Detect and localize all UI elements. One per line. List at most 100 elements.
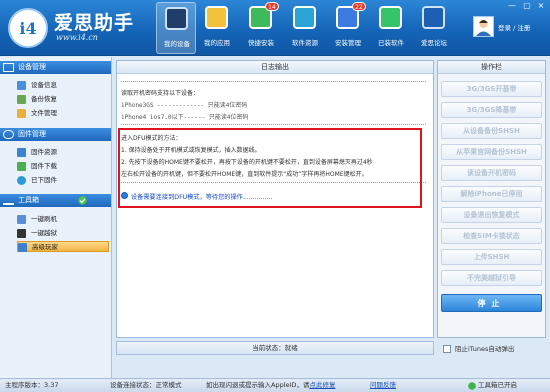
ok-icon xyxy=(468,382,476,390)
nav-installed[interactable]: 已装软件 xyxy=(371,2,411,54)
repair-link[interactable]: 点此修复 xyxy=(309,381,335,389)
log-title: 日志输出 xyxy=(117,61,433,74)
divider xyxy=(121,81,426,82)
sidebar-item-label: 设备信息 xyxy=(31,81,57,89)
ops-title: 操作栏 xyxy=(438,61,545,74)
badge-count: 14 xyxy=(265,2,279,11)
progress-bar: 当前状态：就绪 xyxy=(116,341,434,355)
monitor-icon xyxy=(3,63,14,72)
version-text: 主程序版本：3.37 xyxy=(5,381,59,389)
section-title: 固件管理 xyxy=(18,130,46,138)
log-line: 读取开机密码支持以下设备： xyxy=(121,90,200,97)
update-status-text: 工具箱已开启 xyxy=(478,381,517,389)
logo-text: i4 xyxy=(19,19,37,38)
op-button-unlock-disabled[interactable]: 解除iPhone已停用 xyxy=(441,186,542,202)
repair-tip: 如出现闪退或提示输入AppleID，请点此修复 xyxy=(206,379,335,392)
sidebar-item-firmware-resources[interactable]: 固件资源 xyxy=(17,147,109,158)
nav-quick-install[interactable]: 14 快捷安装 xyxy=(241,2,281,54)
title-bar: i4 爱思助手 www.i4.cn 我的设备 我的应用 14 快捷安装 软件资源… xyxy=(0,0,550,56)
brand-name: 爱思助手 xyxy=(54,12,135,34)
op-button-exit-recovery[interactable]: 设备退出恢复模式 xyxy=(441,207,542,223)
nav-my-device[interactable]: 我的设备 xyxy=(156,2,196,54)
op-button-backup-shsh-device[interactable]: 从设备备份SHSH xyxy=(441,123,542,139)
phone-icon xyxy=(165,7,188,30)
sidebar-item-label: 文件管理 xyxy=(31,109,57,117)
section-title: 设备管理 xyxy=(18,63,46,71)
nav-label: 软件资源 xyxy=(292,39,318,47)
itunes-option[interactable]: 阻止iTunes自动弹出 xyxy=(440,343,548,355)
jailbreak-icon xyxy=(17,229,26,238)
sidebar-item-device-info[interactable]: 设备信息 xyxy=(17,80,109,91)
op-button-upload-shsh[interactable]: 上传SHSH xyxy=(441,249,542,265)
nav-label: 快捷安装 xyxy=(248,39,274,47)
minimize-button[interactable]: — xyxy=(505,1,519,12)
sidebar-item-label: 一键刷机 xyxy=(31,215,57,223)
sidebar-item-downloaded-firmware[interactable]: 已下固件 xyxy=(17,175,109,186)
itunes-checkbox[interactable] xyxy=(443,345,451,353)
update-status: 工具箱已开启 xyxy=(468,379,517,392)
backup-icon xyxy=(17,95,26,104)
nav-install-manage[interactable]: 22 安装管理 xyxy=(328,2,368,54)
advanced-icon xyxy=(18,243,27,252)
tools-icon xyxy=(3,196,14,205)
feedback-link[interactable]: 问题反馈 xyxy=(370,379,396,392)
status-bar: 主程序版本：3.37 设备连接状态：正常模式 如出现闪退或提示输入AppleID… xyxy=(0,378,550,392)
avatar[interactable] xyxy=(473,16,494,37)
nav-label: 已装软件 xyxy=(378,39,404,47)
nav-label: 安装管理 xyxy=(335,39,361,47)
downloaded-icon xyxy=(17,176,26,185)
nav-label: 我的设备 xyxy=(164,40,190,48)
op-button-backup-shsh-apple[interactable]: 从苹果官网备份SHSH xyxy=(441,144,542,160)
divider xyxy=(121,124,426,125)
ops-panel: 操作栏 3G/3GS开基带 3G/3GS降基带 从设备备份SHSH 从苹果官网备… xyxy=(437,60,546,338)
sidebar-item-label: 备份恢复 xyxy=(31,95,57,103)
sidebar-item-label: 固件资源 xyxy=(31,148,57,156)
avatar-icon xyxy=(476,20,491,36)
firmware-icon xyxy=(3,130,14,139)
op-button-3g-unlock-baseband[interactable]: 3G/3GS开基带 xyxy=(441,81,542,97)
sidebar-item-one-click-jailbreak[interactable]: 一键越狱 xyxy=(17,228,109,239)
sidebar-section-firmware[interactable]: 固件管理 xyxy=(0,128,111,141)
sidebar-section-toolbox[interactable]: 工具箱 xyxy=(0,194,111,207)
nav-software[interactable]: 软件资源 xyxy=(285,2,325,54)
apps-icon xyxy=(205,6,228,29)
sidebar-item-label: 已下固件 xyxy=(31,176,57,184)
sidebar-item-label: 高级玩家 xyxy=(32,243,58,251)
sidebar-item-label: 一键越狱 xyxy=(31,229,57,237)
itunes-checkbox-label: 阻止iTunes自动弹出 xyxy=(455,345,515,353)
section-title: 工具箱 xyxy=(18,196,39,204)
maximize-button[interactable]: ▢ xyxy=(520,1,534,12)
connection-status: 设备连接状态：正常模式 xyxy=(110,381,182,389)
badge-count: 22 xyxy=(352,2,366,11)
window-controls: — ▢ × xyxy=(503,1,549,13)
installed-icon xyxy=(379,6,402,29)
op-button-check-sim-lock[interactable]: 检查SIM卡锁状态 xyxy=(441,228,542,244)
op-button-tethered-boot[interactable]: 不完美越狱引导 xyxy=(441,270,542,286)
stop-button[interactable]: 停止 xyxy=(441,294,542,312)
flash-icon xyxy=(17,215,26,224)
folder-icon xyxy=(17,109,26,118)
sidebar-item-files[interactable]: 文件管理 xyxy=(17,108,109,119)
close-button[interactable]: × xyxy=(534,1,548,12)
sidebar-item-label: 固件下载 xyxy=(31,162,57,170)
op-button-3g-downgrade-baseband[interactable]: 3G/3GS降基带 xyxy=(441,102,542,118)
nav-label: 爱思论坛 xyxy=(421,39,447,47)
brand-url: www.i4.cn xyxy=(56,33,98,42)
app-logo: i4 xyxy=(8,8,48,48)
nav-my-apps[interactable]: 我的应用 xyxy=(197,2,237,54)
firmware-resource-icon xyxy=(17,148,26,157)
op-button-read-passcode[interactable]: 读设备开机密码 xyxy=(441,165,542,181)
sidebar-section-device[interactable]: 设备管理 xyxy=(0,61,111,74)
sidebar: 设备管理 设备信息 备份恢复 文件管理 固件管理 固件资源 固件下载 已下固件 … xyxy=(0,57,112,378)
repair-tip-text: 如出现闪退或提示输入AppleID，请 xyxy=(206,381,310,389)
sidebar-item-one-click-flash[interactable]: 一键刷机 xyxy=(17,214,109,225)
log-line: iPhone4 ios7.0以下------ 只能读4位密码 xyxy=(121,114,249,121)
download-icon xyxy=(17,162,26,171)
sidebar-item-advanced-player[interactable]: 高级玩家 xyxy=(17,241,109,252)
sidebar-item-firmware-download[interactable]: 固件下载 xyxy=(17,161,109,172)
sidebar-item-backup[interactable]: 备份恢复 xyxy=(17,94,109,105)
nav-forum[interactable]: 爱思论坛 xyxy=(414,2,454,54)
login-register-link[interactable]: 登录 / 注册 xyxy=(498,22,530,32)
check-icon xyxy=(78,196,87,205)
highlight-box xyxy=(118,128,422,208)
